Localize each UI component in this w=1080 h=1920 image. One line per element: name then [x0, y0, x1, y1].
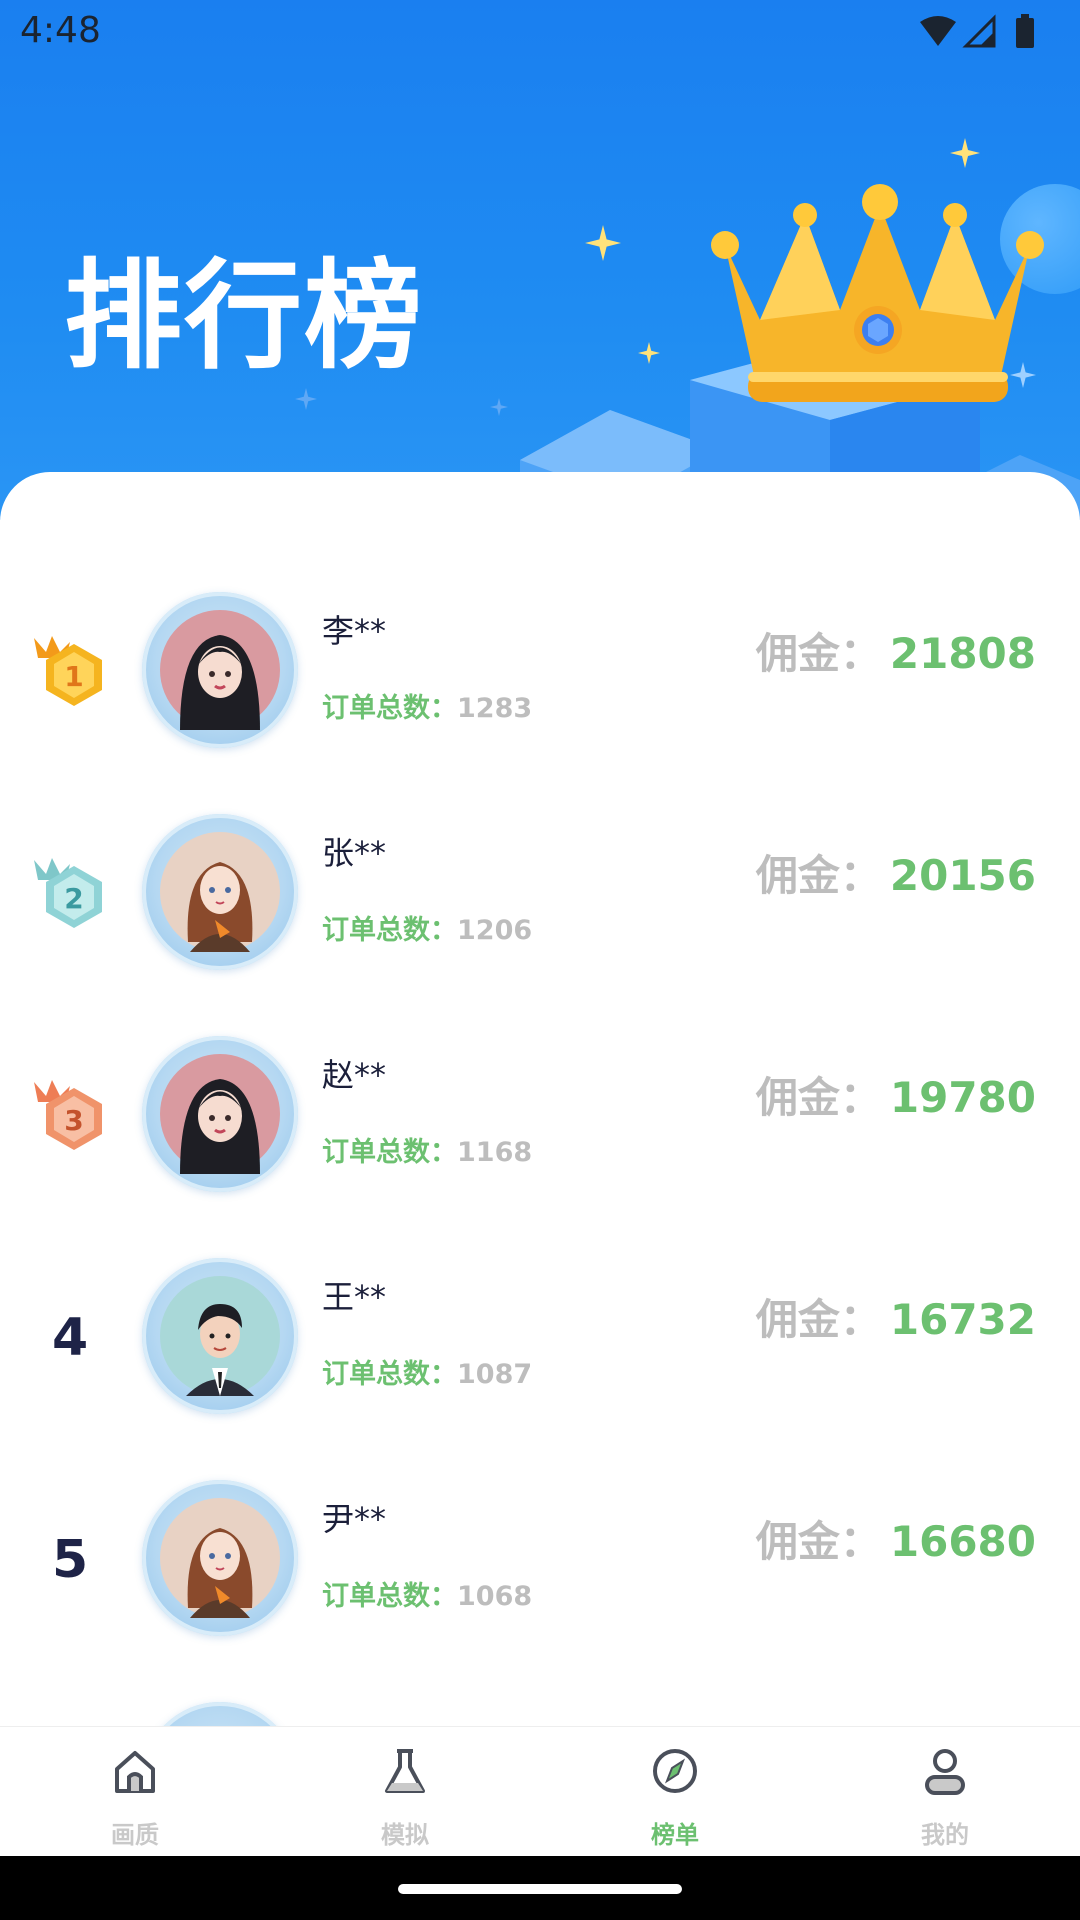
- avatar[interactable]: [142, 814, 298, 970]
- avatar-girl-icon: [160, 1498, 280, 1618]
- nav-label: 榜单: [651, 1821, 699, 1849]
- user-name: 李**: [322, 612, 387, 650]
- nav-item-ranking[interactable]: 榜单: [540, 1727, 810, 1857]
- order-count-label: 订单总数：: [322, 1581, 457, 1612]
- ranking-list: 1 李** 订单总数：1283 佣金： 21808 2 张** 订单总数：120…: [0, 472, 1080, 1727]
- crown-podium-illustration: [520, 184, 1080, 520]
- avatar[interactable]: [142, 1036, 298, 1192]
- order-count: 订单总数：1206: [322, 908, 532, 947]
- status-icons: [920, 14, 1034, 48]
- order-count-value: 1168: [457, 1137, 533, 1168]
- sparkle-icon: [490, 398, 508, 416]
- compass-icon: [653, 1749, 697, 1793]
- nav-item-simulate[interactable]: 模拟: [270, 1727, 540, 1857]
- order-count-label: 订单总数：: [322, 693, 457, 724]
- ranking-row[interactable]: 1 李** 订单总数：1283 佣金： 21808: [0, 592, 1080, 814]
- commission-value: 16732: [889, 1295, 1036, 1344]
- rank-number: 5: [52, 1530, 89, 1590]
- avatar-boy-icon: [160, 1276, 280, 1396]
- commission-value: 21808: [889, 629, 1036, 678]
- ranking-row[interactable]: 3 赵** 订单总数：1168 佣金： 19780: [0, 1036, 1080, 1258]
- order-count-value: 1206: [457, 915, 533, 946]
- avatar-girl-icon: [160, 832, 280, 952]
- avatar-girl-icon: [160, 610, 280, 730]
- commission-label: 佣金：: [755, 851, 882, 900]
- commission-label: 佣金：: [755, 1295, 882, 1344]
- user-name: 张**: [322, 834, 387, 872]
- rank-number: 4: [52, 1308, 89, 1368]
- ranking-row[interactable]: [0, 1702, 1080, 1727]
- commission-value: 19780: [889, 1073, 1036, 1122]
- commission: 佣金： 16680: [756, 1508, 1036, 1569]
- signal-icon: [962, 14, 996, 48]
- commission-label: 佣金：: [755, 1517, 882, 1566]
- order-count: 订单总数：1168: [322, 1130, 532, 1169]
- commission-label: 佣金：: [755, 1073, 882, 1122]
- nav-item-mine[interactable]: 我的: [810, 1727, 1080, 1857]
- nav-label: 模拟: [381, 1821, 429, 1849]
- home-icon: [115, 1751, 155, 1793]
- order-count: 订单总数：1283: [322, 686, 532, 725]
- svg-text:2: 2: [64, 882, 83, 915]
- order-count-value: 1087: [457, 1359, 533, 1390]
- order-count-value: 1283: [457, 693, 533, 724]
- order-count-label: 订单总数：: [322, 1137, 457, 1168]
- ranking-row[interactable]: 2 张** 订单总数：1206 佣金： 20156: [0, 814, 1080, 1036]
- avatar-girl-icon: [160, 1054, 280, 1174]
- status-time: 4:48: [20, 10, 101, 51]
- commission: 佣金： 20156: [756, 842, 1036, 903]
- system-gesture-bar: [0, 1856, 1080, 1920]
- rank-3-badge-icon: 3: [34, 1080, 102, 1150]
- rank-1-badge-icon: 1: [34, 636, 102, 706]
- ranking-row[interactable]: 5 尹** 订单总数：1068 佣金： 16680: [0, 1480, 1080, 1702]
- sparkle-icon: [295, 388, 317, 410]
- svg-text:3: 3: [64, 1104, 83, 1137]
- order-count: 订单总数：1068: [322, 1574, 532, 1613]
- user-name: 王**: [322, 1278, 387, 1316]
- nav-item-quality[interactable]: 画质: [0, 1727, 270, 1857]
- avatar[interactable]: [142, 592, 298, 748]
- bottom-nav: 画质 模拟 榜单 我的: [0, 1726, 1080, 1857]
- order-count-value: 1068: [457, 1581, 533, 1612]
- commission: 佣金： 21808: [756, 620, 1036, 681]
- order-count-label: 订单总数：: [322, 1359, 457, 1390]
- user-name: 尹**: [322, 1500, 387, 1538]
- nav-label: 画质: [111, 1821, 159, 1849]
- svg-text:1: 1: [64, 660, 83, 693]
- nav-label: 我的: [921, 1821, 969, 1849]
- page-title: 排行榜: [64, 247, 425, 385]
- avatar[interactable]: [142, 1258, 298, 1414]
- avatar[interactable]: [142, 1702, 298, 1727]
- commission-value: 20156: [889, 851, 1036, 900]
- flask-icon: [385, 1749, 425, 1793]
- avatar[interactable]: [142, 1480, 298, 1636]
- wifi-icon: [920, 16, 956, 46]
- commission: 佣金： 19780: [756, 1064, 1036, 1125]
- header-banner: 4:48 排行榜: [0, 0, 1080, 520]
- home-gesture-handle[interactable]: [398, 1884, 682, 1894]
- order-count: 订单总数：1087: [322, 1352, 532, 1391]
- rank-2-badge-icon: 2: [34, 858, 102, 928]
- order-count-label: 订单总数：: [322, 915, 457, 946]
- user-name: 赵**: [322, 1056, 387, 1094]
- user-icon: [925, 1749, 965, 1795]
- battery-icon: [1016, 14, 1034, 48]
- commission-value: 16680: [889, 1517, 1036, 1566]
- ranking-row[interactable]: 4 王** 订单总数：1087 佣金： 16732: [0, 1258, 1080, 1480]
- commission: 佣金： 16732: [756, 1286, 1036, 1347]
- commission-label: 佣金：: [755, 629, 882, 678]
